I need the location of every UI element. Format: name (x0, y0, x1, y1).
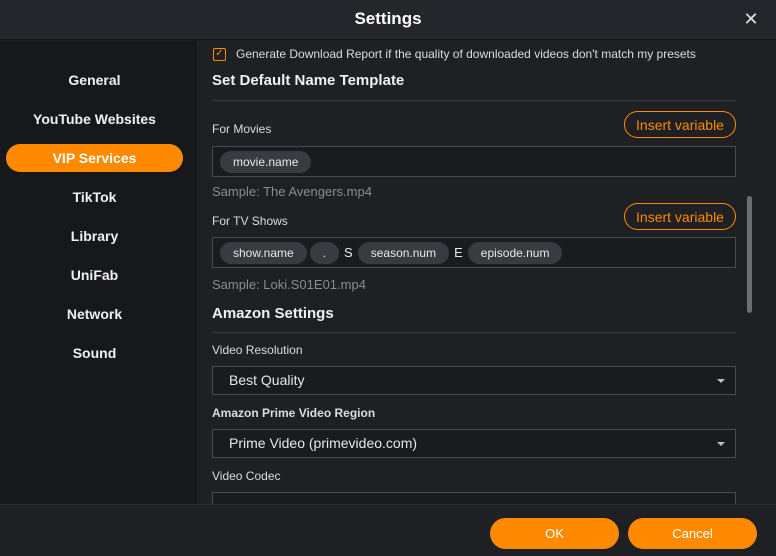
variable-chip[interactable]: episode.num (467, 241, 563, 264)
sidebar-item-unifab[interactable]: UniFab (6, 261, 183, 289)
tv-insert-variable-button[interactable]: Insert variable (624, 203, 736, 230)
sidebar-item-vip-services[interactable]: VIP Services (6, 144, 183, 172)
video-resolution-value: Best Quality (229, 372, 305, 388)
title-bar: Settings ✕ (0, 0, 776, 40)
video-codec-label: Video Codec (212, 469, 281, 483)
sidebar-item-network[interactable]: Network (6, 300, 183, 328)
prime-region-value: Prime Video (primevideo.com) (229, 435, 418, 451)
chevron-down-icon (717, 442, 725, 446)
chevron-down-icon (717, 379, 725, 383)
variable-chip[interactable]: show.name (220, 241, 307, 264)
tv-shows-label: For TV Shows (212, 214, 288, 228)
movies-template-field[interactable]: movie.name (212, 146, 736, 177)
video-resolution-select[interactable]: Best Quality (212, 366, 736, 395)
movies-sample-text: Sample: The Avengers.mp4 (212, 184, 372, 199)
cancel-button[interactable]: Cancel (628, 518, 757, 549)
report-checkbox-row[interactable]: ✓ Generate Download Report if the qualit… (213, 47, 696, 61)
dialog-footer: OK Cancel (0, 504, 776, 556)
prime-region-label: Amazon Prime Video Region (212, 406, 376, 420)
sidebar: General YouTube Websites VIP Services Ti… (0, 41, 197, 504)
settings-content: ✓ Generate Download Report if the qualit… (197, 41, 776, 504)
close-icon[interactable]: ✕ (740, 8, 762, 30)
video-resolution-label: Video Resolution (212, 343, 303, 357)
sidebar-item-youtube-websites[interactable]: YouTube Websites (6, 105, 183, 133)
section-divider (212, 100, 736, 101)
variable-chip[interactable]: movie.name (220, 150, 312, 173)
sidebar-item-general[interactable]: General (6, 66, 183, 94)
section-divider (212, 332, 736, 333)
tv-sample-text: Sample: Loki.S01E01.mp4 (212, 277, 366, 292)
video-codec-select[interactable] (212, 492, 736, 504)
amazon-settings-title: Amazon Settings (212, 305, 334, 322)
report-checkbox[interactable]: ✓ (213, 47, 226, 61)
name-template-title: Set Default Name Template (212, 72, 405, 89)
ok-button[interactable]: OK (490, 518, 619, 549)
sidebar-item-tiktok[interactable]: TikTok (6, 183, 183, 211)
checkmark-icon: ✓ (215, 48, 224, 59)
template-text: E (454, 245, 463, 260)
window-title: Settings (354, 9, 422, 28)
variable-chip[interactable]: season.num (357, 241, 450, 264)
tv-template-field[interactable]: show.name . S season.num E episode.num (212, 237, 736, 268)
variable-chip[interactable]: . (309, 241, 340, 264)
movies-insert-variable-button[interactable]: Insert variable (624, 111, 736, 138)
scrollbar-thumb[interactable] (747, 196, 752, 313)
sidebar-item-sound[interactable]: Sound (6, 339, 183, 367)
template-text: S (344, 245, 353, 260)
prime-region-select[interactable]: Prime Video (primevideo.com) (212, 429, 736, 458)
movies-label: For Movies (212, 122, 272, 136)
report-checkbox-label: Generate Download Report if the quality … (236, 47, 696, 61)
sidebar-item-library[interactable]: Library (6, 222, 183, 250)
